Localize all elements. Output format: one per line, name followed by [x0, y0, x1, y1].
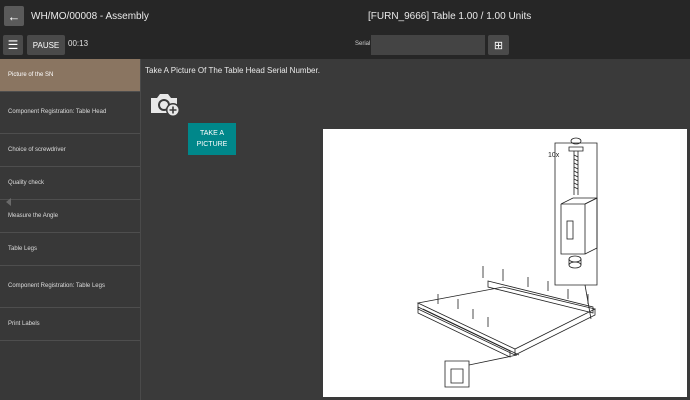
top-bar: ← WH/MO/00008 - Assembly [FURN_9666] Tab…	[0, 0, 690, 32]
step-label: Choice of screwdriver	[8, 146, 66, 153]
step-label: Quality check	[8, 179, 45, 186]
assembly-diagram: 10x	[323, 129, 687, 397]
serial-add-button[interactable]: ⊞	[488, 35, 509, 55]
add-square-icon: ⊞	[493, 39, 504, 52]
step-quality-check[interactable]: Quality check	[0, 167, 140, 200]
step-label: Measure the Angle	[8, 212, 59, 219]
step-picture-of-sn[interactable]: Picture of the SN	[0, 59, 140, 92]
pause-button[interactable]: PAUSE	[27, 35, 65, 55]
take-picture-label-line1: TAKE A	[200, 130, 224, 137]
menu-button[interactable]: ☰	[3, 35, 23, 55]
step-label: Component Registration: Table Legs	[8, 283, 105, 289]
main-panel: Take A Picture Of The Table Head Serial …	[142, 59, 690, 400]
collapse-sidebar-icon[interactable]	[6, 198, 11, 206]
step-table-legs[interactable]: Table Legs	[0, 233, 140, 266]
serial-input[interactable]	[371, 35, 485, 55]
step-component-registration-table-legs[interactable]: Component Registration: Table Legs	[0, 266, 140, 308]
step-choice-of-screwdriver[interactable]: Choice of screwdriver	[0, 134, 140, 167]
toolbar: ☰ PAUSE 00:13 Serial ⊞	[0, 32, 690, 59]
camera-add-icon[interactable]	[149, 90, 181, 123]
step-label: Picture of the SN	[8, 71, 54, 78]
product-title: [FURN_9666] Table 1.00 / 1.00 Units	[368, 11, 532, 22]
take-picture-label-line2: PICTURE	[196, 141, 228, 148]
hamburger-icon: ☰	[7, 38, 19, 52]
quantity-label: 10x	[548, 152, 560, 159]
timer: 00:13	[68, 39, 89, 48]
take-picture-button[interactable]: TAKE A PICTURE	[188, 123, 236, 155]
step-component-registration-table-head[interactable]: Component Registration: Table Head	[0, 92, 140, 134]
step-label: Table Legs	[8, 245, 38, 252]
step-label: Component Registration: Table Head	[8, 109, 107, 115]
serial-label: Serial	[355, 41, 371, 47]
step-label: Print Labels	[8, 320, 40, 327]
back-button[interactable]: ←	[4, 6, 24, 26]
step-print-labels[interactable]: Print Labels	[0, 308, 140, 341]
step-measure-the-angle[interactable]: Measure the Angle	[0, 200, 140, 233]
assembly-drawing: 10x	[416, 137, 598, 388]
arrow-left-icon: ←	[7, 8, 21, 24]
steps-sidebar: Picture of the SN Component Registration…	[0, 59, 141, 400]
work-order-title: WH/MO/00008 - Assembly	[31, 10, 149, 22]
instruction-text: Take A Picture Of The Table Head Serial …	[145, 66, 320, 75]
